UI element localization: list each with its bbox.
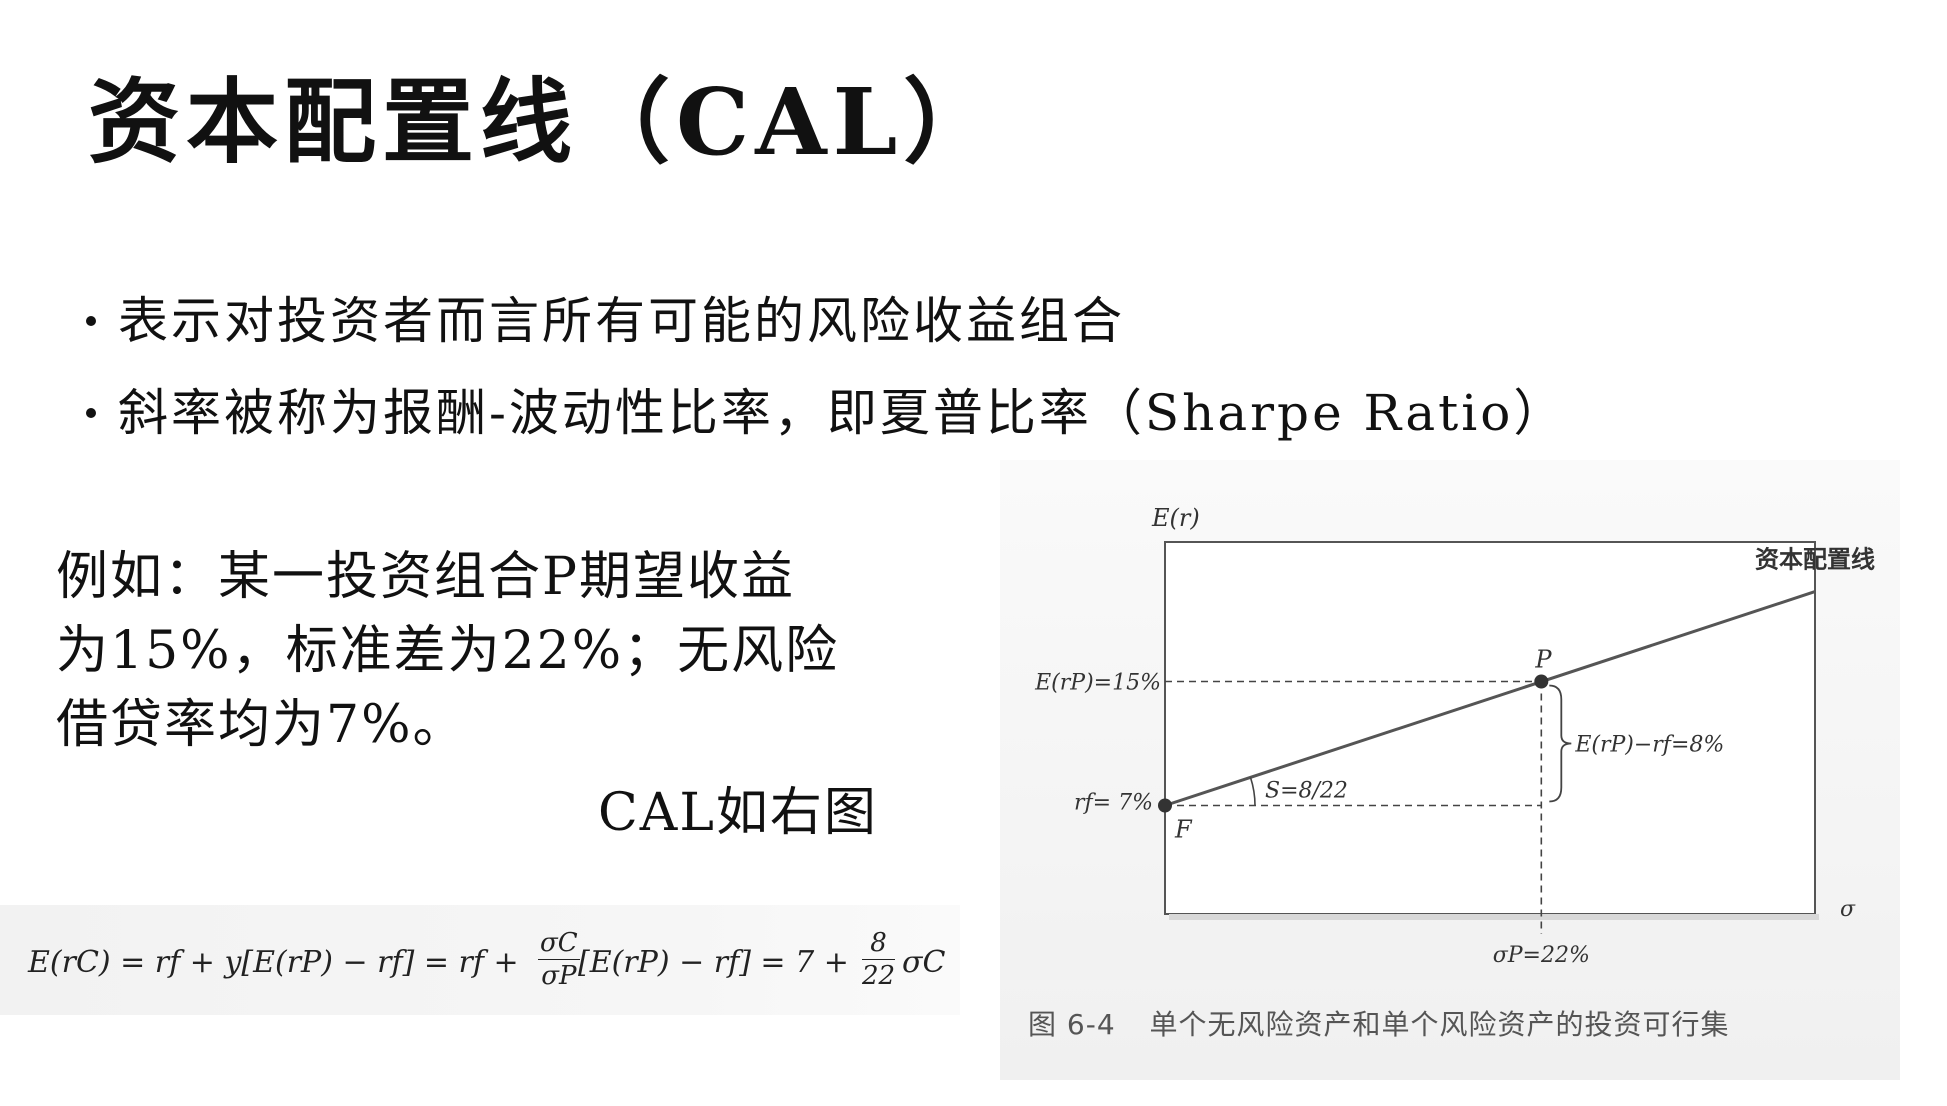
formula-lhs: E(rC) = rf + y[E(rP) − rf] = rf + — [28, 945, 519, 980]
slope-label: S=8/22 — [1265, 779, 1348, 804]
bullet-list: 表示对投资者而言所有可能的风险收益组合 斜率被称为报酬-波动性比率，即夏普比率（… — [78, 275, 1566, 459]
fraction-denominator: σP — [541, 961, 577, 991]
plot-shadow — [1169, 914, 1819, 920]
bullet-text: 斜率被称为报酬-波动性比率，即夏普比率（Sharpe Ratio） — [118, 384, 1567, 442]
fraction-numerator: σC — [538, 928, 580, 960]
bullet-text: 表示对投资者而言所有可能的风险收益组合 — [118, 292, 1125, 350]
bullet-icon — [86, 316, 96, 326]
x-axis-label: σ — [1840, 897, 1856, 922]
example-line: 例如：某一投资组合P期望收益 — [56, 547, 795, 607]
cal-line-label: 资本配置线 — [1755, 546, 1875, 574]
bullet-item: 斜率被称为报酬-波动性比率，即夏普比率（Sharpe Ratio） — [78, 367, 1566, 459]
figure-number: 图 6-4 — [1028, 1008, 1116, 1041]
formula-tail: σC — [902, 945, 946, 980]
formula-fraction-sigma: σC σP — [538, 927, 580, 992]
figure-caption: 图 6-4 单个无风险资产和单个风险资产的投资可行集 — [1028, 1003, 1730, 1043]
sigma-p-label: σP=22% — [1493, 943, 1590, 968]
example-line: 为15%，标准差为22%；无风险 — [56, 621, 840, 681]
cal-figure: E(r) σ P F E(rP)=15% rf= 7% σP=22% S=8/2… — [1000, 460, 1900, 1080]
point-p-marker — [1534, 674, 1549, 689]
bullet-item: 表示对投资者而言所有可能的风险收益组合 — [78, 275, 1566, 367]
example-paragraph: 例如：某一投资组合P期望收益 为15%，标准差为22%；无风险 借贷率均为7%。 — [56, 540, 936, 762]
premium-label: E(rP)−rf=8% — [1574, 733, 1724, 758]
cal-formula: E(rC) = rf + y[E(rP) − rf] = rf + σC σP … — [0, 905, 960, 1015]
point-p-label: P — [1534, 646, 1552, 674]
erp-label: E(rP)=15% — [1034, 671, 1161, 696]
rf-label: rf= 7% — [1074, 791, 1153, 816]
point-f-marker — [1158, 798, 1172, 813]
plot-frame — [1164, 541, 1816, 915]
example-line: 借贷率均为7%。 — [56, 695, 467, 755]
cal-chart: E(r) σ P F E(rP)=15% rf= 7% σP=22% S=8/2… — [1034, 504, 1875, 968]
formula-fraction-slope: 8 22 — [862, 927, 896, 992]
page-title: 资本配置线（CAL） — [88, 68, 1002, 176]
fraction-denominator: 22 — [862, 961, 896, 991]
fraction-numerator: 8 — [862, 927, 896, 960]
figure-caption-text: 单个无风险资产和单个风险资产的投资可行集 — [1149, 1008, 1730, 1041]
y-axis-label: E(r) — [1151, 504, 1200, 532]
cal-note: CAL如右图 — [598, 783, 878, 843]
point-f-label: F — [1174, 816, 1193, 844]
formula-mid: [E(rP) − rf] = 7 + — [578, 945, 849, 980]
bullet-icon — [86, 408, 96, 418]
